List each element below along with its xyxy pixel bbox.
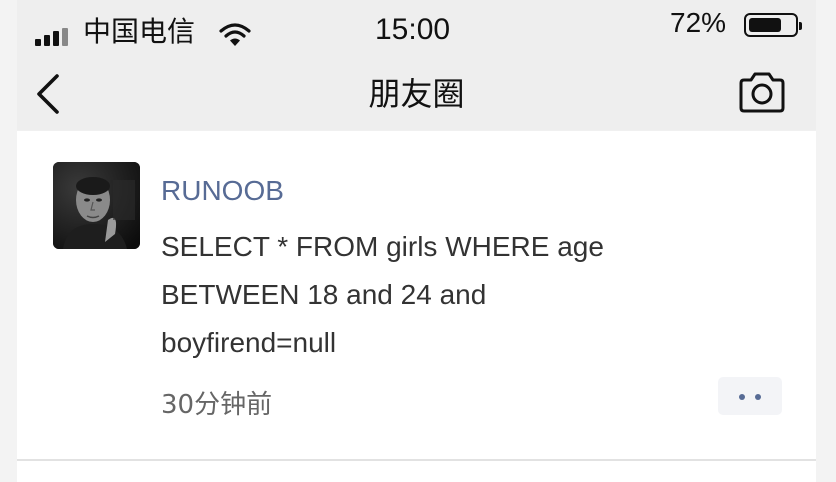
moments-feed: RUNOOB SELECT * FROM girls WHERE age BET… [17, 131, 816, 482]
post-time: 30分钟前 [161, 390, 273, 420]
post-text-line: BETWEEN 18 and 24 and [161, 279, 487, 310]
more-dots-icon [755, 394, 761, 400]
avatar-photo [53, 162, 140, 249]
post-author[interactable]: RUNOOB [161, 171, 284, 211]
battery-percent: 72% [670, 7, 727, 38]
status-time: 15:00 [375, 13, 451, 46]
more-button[interactable] [718, 377, 782, 415]
status-bar: 中国电信 15:00 72% [17, 0, 816, 60]
more-dots-icon [739, 394, 745, 400]
camera-icon [739, 72, 785, 113]
camera-button[interactable] [736, 70, 788, 116]
post-text-line: SELECT * FROM girls WHERE age [161, 231, 604, 262]
phone-screen: 中国电信 15:00 72% 朋友圈 RUNOOB SELECT * FROM … [0, 0, 836, 482]
left-gutter [0, 0, 17, 482]
nav-bar: 朋友圈 [17, 60, 816, 130]
carrier-name: 中国电信 [83, 15, 196, 48]
post-text-line: boyfirend=null [161, 327, 337, 358]
right-gutter [816, 0, 836, 482]
battery-fill [749, 18, 781, 32]
page-title: 朋友圈 [368, 75, 465, 113]
wifi-icon [219, 22, 251, 52]
battery-icon [744, 13, 802, 37]
moment-post: RUNOOB SELECT * FROM girls WHERE age BET… [17, 131, 816, 461]
avatar[interactable] [53, 162, 140, 249]
battery-nub [799, 22, 802, 30]
post-text: SELECT * FROM girls WHERE age BETWEEN 18… [161, 223, 641, 367]
signal-bars-icon [35, 28, 75, 46]
